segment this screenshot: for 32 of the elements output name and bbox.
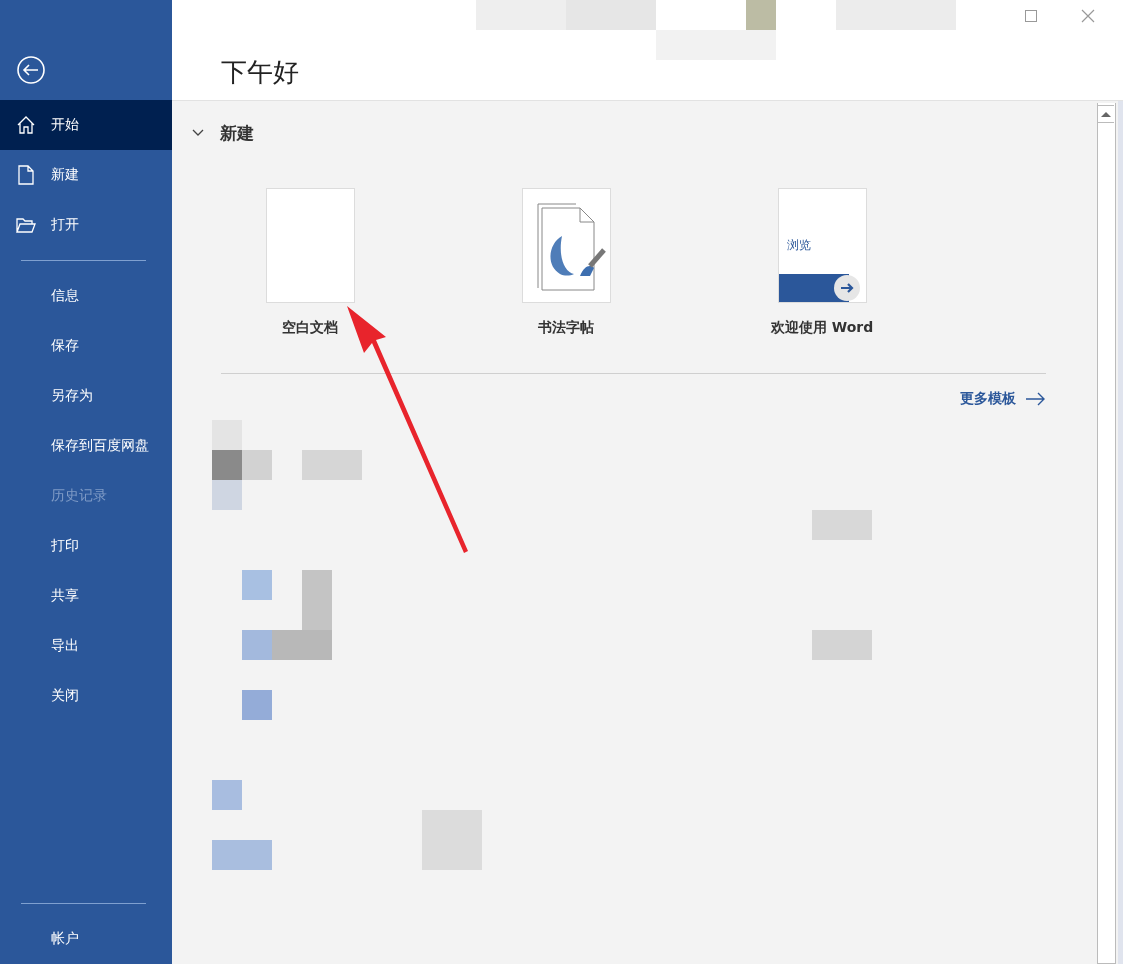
- sidebar-item[interactable]: 导出: [0, 621, 172, 671]
- greeting: 下午好: [221, 56, 299, 89]
- scrollbar[interactable]: [1097, 103, 1116, 964]
- template-label: 书法字帖: [538, 319, 594, 337]
- sidebar-item[interactable]: 开始: [0, 100, 172, 150]
- folder-icon: [15, 217, 36, 233]
- template-label: 欢迎使用 Word: [770, 319, 874, 337]
- template-thumbnail[interactable]: 浏览: [777, 188, 867, 303]
- section-header[interactable]: 新建: [192, 121, 272, 145]
- sidebar-item[interactable]: 信息: [0, 271, 172, 321]
- sidebar-item[interactable]: 保存: [0, 321, 172, 371]
- sidebar-item[interactable]: 共享: [0, 571, 172, 621]
- sidebar-item[interactable]: 打印: [0, 521, 172, 571]
- close-icon[interactable]: [1081, 9, 1095, 23]
- back-icon[interactable]: [16, 55, 46, 85]
- chevron-icon: [192, 129, 204, 137]
- sidebar-item[interactable]: 打开: [0, 200, 172, 250]
- sidebar-item[interactable]: 新建: [0, 150, 172, 200]
- home-icon: [15, 115, 36, 135]
- arrow-icon[interactable]: [1026, 392, 1046, 406]
- sidebar-item[interactable]: 关闭: [0, 671, 172, 721]
- sidebar-item[interactable]: 另存为: [0, 371, 172, 421]
- sidebar-item[interactable]: 保存到百度网盘: [0, 421, 172, 471]
- template-thumbnail[interactable]: [265, 188, 355, 303]
- thumbnail-text: 浏览: [786, 237, 811, 254]
- maximize-icon[interactable]: [1025, 10, 1037, 22]
- more-templates-link[interactable]: 更多模板: [960, 390, 1016, 408]
- file-icon: [17, 165, 34, 185]
- sidebar-item[interactable]: 帐户: [0, 914, 172, 964]
- template-thumbnail[interactable]: [521, 188, 611, 303]
- template-label: 空白文档: [282, 319, 338, 337]
- scroll-up-icon[interactable]: [1098, 105, 1114, 123]
